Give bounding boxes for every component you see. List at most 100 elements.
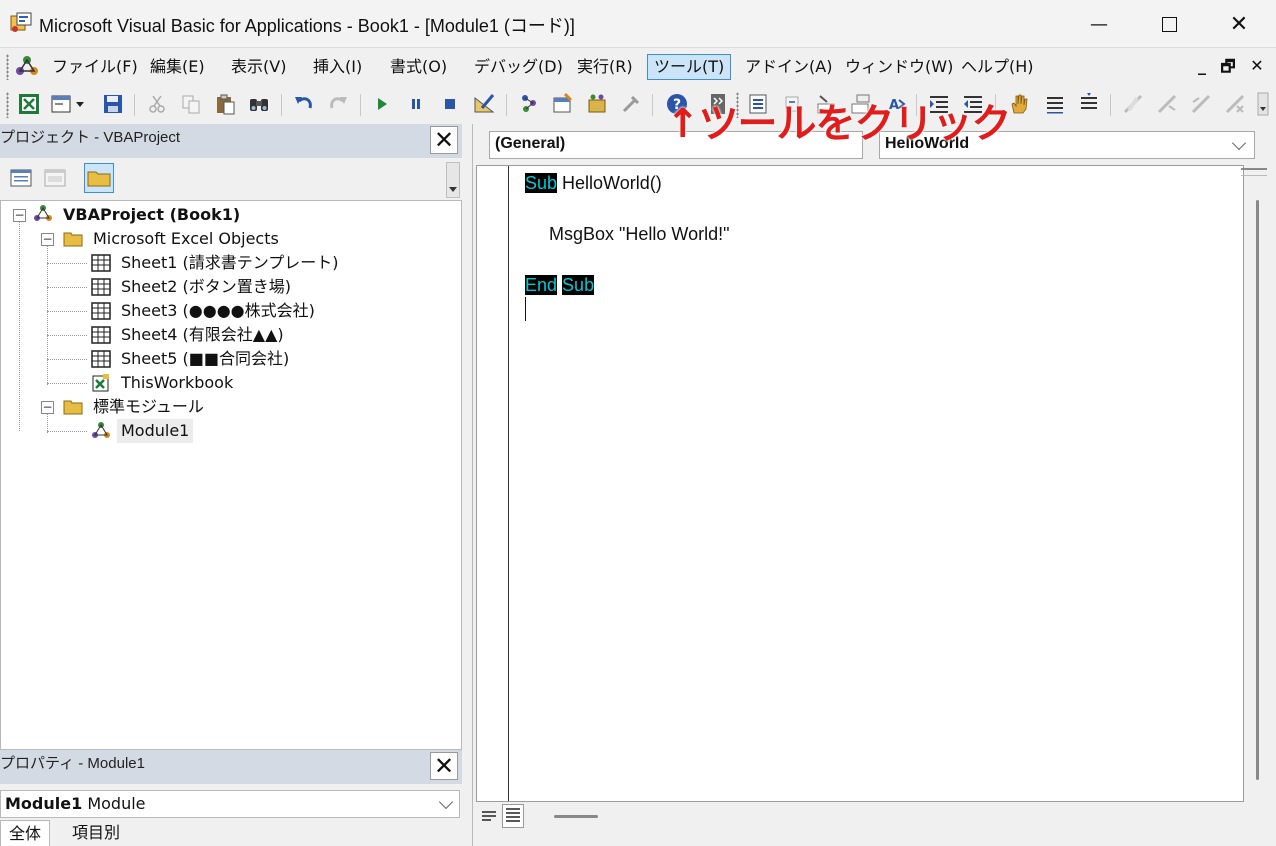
tree-collapse-toggle[interactable]: − (41, 401, 54, 414)
toolbox-button[interactable] (618, 91, 644, 117)
tree-collapse-toggle[interactable]: − (13, 209, 26, 222)
properties-pane-close-button[interactable]: ✕ (430, 752, 458, 780)
window-title: Microsoft Visual Basic for Applications … (39, 16, 575, 36)
menu-grip[interactable] (6, 54, 9, 80)
cut-icon (149, 95, 165, 113)
code-split-bar[interactable] (1241, 168, 1267, 176)
code-vertical-scrollbar[interactable] (1244, 165, 1272, 802)
chevron-down-icon (438, 794, 454, 810)
minimize-button[interactable]: — (1064, 0, 1134, 48)
tree-item-sheet2[interactable]: Sheet2 (ボタン置き場) (121, 275, 291, 299)
menu-addins[interactable]: アドイン(A) (738, 54, 839, 80)
menu-help[interactable]: ヘルプ(H) (954, 54, 1041, 80)
toolbar-options-button[interactable] (1256, 91, 1270, 117)
menu-insert[interactable]: 挿入(I) (306, 54, 369, 80)
menu-format[interactable]: 書式(O) (383, 54, 454, 80)
mdi-close-button[interactable]: ✕ (1246, 56, 1268, 75)
menu-view[interactable]: 表示(V) (224, 54, 293, 80)
paste-button[interactable] (212, 91, 238, 117)
title-bar: Microsoft Visual Basic for Applications … (0, 0, 1276, 48)
next-bookmark-button[interactable] (1154, 91, 1180, 117)
text-caret (525, 297, 526, 321)
close-window-button[interactable]: ✕ (1204, 0, 1274, 48)
toggle-folders-button[interactable] (84, 163, 114, 193)
procedure-view-button[interactable] (478, 804, 500, 828)
design-mode-button[interactable] (471, 91, 497, 117)
insert-userform-button[interactable] (48, 91, 88, 117)
copy-button[interactable] (178, 91, 204, 117)
uncomment-block-button[interactable] (1076, 91, 1102, 117)
tree-line (47, 383, 87, 384)
break-button[interactable] (403, 91, 429, 117)
tree-collapse-toggle[interactable]: − (41, 233, 54, 246)
procedure-view-icon (482, 811, 496, 821)
toolbar-separator (281, 94, 282, 116)
properties-object-type: Module (87, 794, 146, 813)
properties-window-button[interactable] (550, 91, 576, 117)
menu-run[interactable]: 実行(R) (570, 54, 640, 80)
view-object-button[interactable] (40, 163, 70, 193)
vbe-window: Microsoft Visual Basic for Applications … (0, 0, 1276, 846)
tab-categorized[interactable]: 項目別 (64, 820, 128, 846)
properties-object-dropdown[interactable]: Module1 Module (0, 790, 460, 818)
view-code-button[interactable] (6, 163, 36, 193)
previous-bookmark-button[interactable] (1188, 91, 1214, 117)
excel-vba-icon[interactable] (14, 54, 40, 80)
view-code-icon (10, 169, 32, 187)
toggle-bookmark-button[interactable] (1120, 91, 1146, 117)
menu-window[interactable]: ウィンドウ(W) (838, 54, 960, 80)
toolbox-icon (622, 95, 640, 113)
tree-line (47, 263, 87, 264)
worksheet-icon (91, 326, 111, 344)
tree-item-sheet4[interactable]: Sheet4 (有限会社▲▲) (121, 323, 284, 347)
tree-folder-standard-modules[interactable]: 標準モジュール (93, 395, 204, 419)
redo-button[interactable] (325, 91, 351, 117)
mdi-restore-button[interactable]: 🗗 (1217, 56, 1239, 83)
tree-item-sheet1[interactable]: Sheet1 (請求書テンプレート) (121, 251, 339, 275)
menu-file[interactable]: ファイル(F) (45, 54, 145, 80)
tree-line (47, 413, 48, 433)
menu-tools[interactable]: ツール(T) (647, 54, 732, 80)
save-button[interactable] (100, 91, 126, 117)
tree-root-label[interactable]: VBAProject (Book1) (63, 203, 240, 227)
project-explorer-button[interactable] (516, 91, 542, 117)
tree-folder-excel-objects[interactable]: Microsoft Excel Objects (93, 227, 279, 251)
copy-icon (182, 95, 200, 114)
run-button[interactable] (369, 91, 395, 117)
mdi-minimize-button[interactable]: _ (1191, 56, 1213, 75)
menu-edit[interactable]: 編集(E) (143, 54, 212, 80)
tree-item-sheet5[interactable]: Sheet5 (■■合同会社) (121, 347, 289, 371)
reset-button[interactable] (437, 91, 463, 117)
cut-button[interactable] (144, 91, 170, 117)
project-toolbar-scroll[interactable] (446, 162, 460, 198)
tree-item-sheet3[interactable]: Sheet3 (●●●●株式会社) (121, 299, 315, 323)
tab-alphabetic[interactable]: 全体 (0, 820, 51, 846)
toolbar-separator (360, 94, 361, 116)
tree-line (47, 311, 87, 312)
code-editor[interactable] (476, 165, 1244, 802)
binoculars-icon (250, 99, 268, 111)
object-browser-button[interactable] (584, 91, 610, 117)
find-button[interactable] (246, 91, 272, 117)
undo-button[interactable] (291, 91, 317, 117)
tree-line (47, 335, 87, 336)
keyword-sub: Sub (525, 173, 558, 193)
maximize-button[interactable] (1134, 0, 1204, 48)
tree-item-module1[interactable]: Module1 (117, 419, 194, 443)
clear-bookmarks-button[interactable] (1222, 91, 1248, 117)
comment-block-button[interactable] (1042, 91, 1068, 117)
standard-toolbar: ? A (0, 86, 1276, 124)
scrollbar-thumb[interactable] (1256, 200, 1259, 780)
toolbar-grip[interactable] (6, 92, 9, 118)
menu-debug[interactable]: デバッグ(D) (467, 54, 570, 80)
view-excel-button[interactable] (16, 91, 42, 117)
code-horizontal-scroll-thumb[interactable] (554, 815, 598, 818)
properties-pane-title: プロパティ - Module1 (0, 755, 145, 772)
project-pane-close-button[interactable]: ✕ (430, 126, 458, 154)
workbook-icon (92, 374, 109, 392)
folder-open-icon (63, 232, 83, 247)
full-module-view-button[interactable] (502, 804, 524, 828)
code-line-sub: Sub HelloWorld() (525, 171, 662, 195)
tree-item-thisworkbook[interactable]: ThisWorkbook (121, 371, 233, 395)
full-module-view-icon (506, 808, 520, 822)
